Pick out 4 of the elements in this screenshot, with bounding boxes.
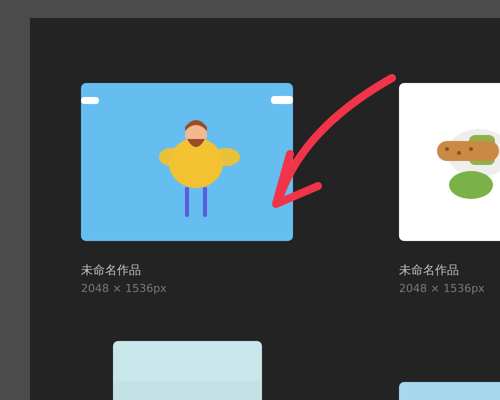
- artwork-title: 未命名作品: [399, 262, 460, 279]
- artwork-size: 2048 × 1536px: [81, 282, 168, 295]
- artwork-title: 未命名作品: [81, 262, 142, 279]
- artwork-size: 2048 × 1536px: [399, 282, 486, 295]
